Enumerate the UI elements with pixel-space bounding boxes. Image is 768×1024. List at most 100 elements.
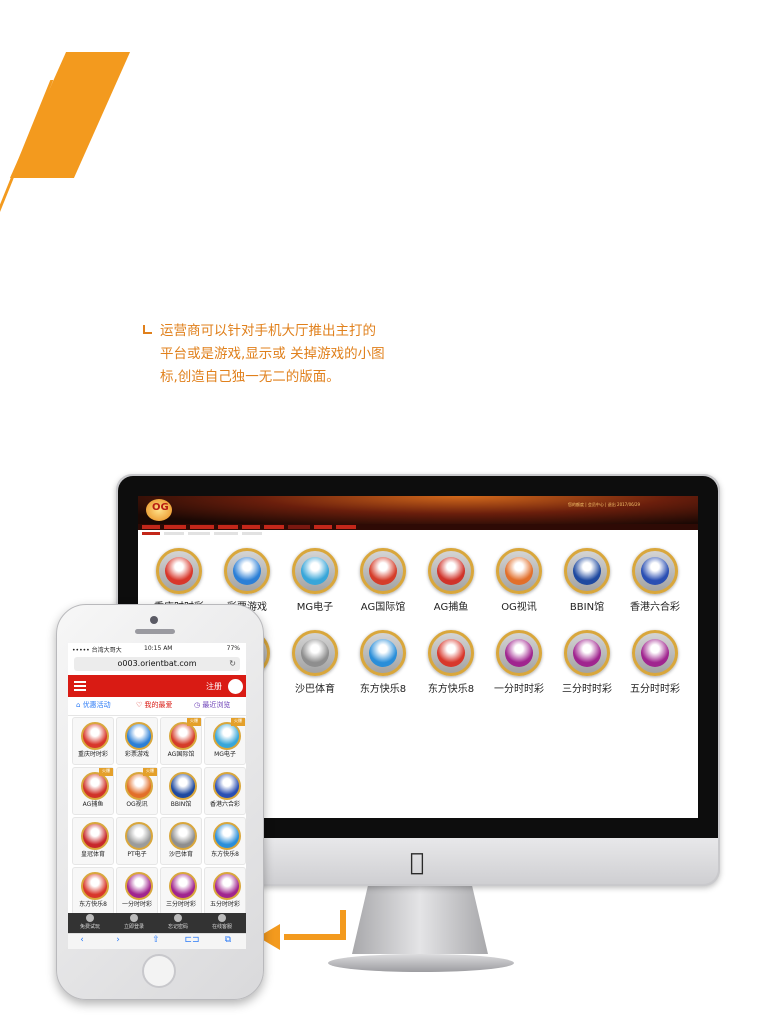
register-link[interactable]: 注册 bbox=[206, 681, 222, 692]
phone-game-label: 五分时时彩 bbox=[209, 901, 240, 908]
desktop-game-icon[interactable] bbox=[564, 630, 610, 676]
phone-game-label: 香港六合彩 bbox=[209, 801, 240, 808]
desktop-game-icon[interactable] bbox=[564, 548, 610, 594]
reload-icon[interactable]: ↻ bbox=[229, 657, 236, 671]
desktop-nav-item[interactable] bbox=[314, 525, 332, 529]
phone-game-tile[interactable]: 彩票游戏 bbox=[116, 717, 158, 765]
phone-game-tile[interactable]: 重庆时时彩 bbox=[72, 717, 114, 765]
desktop-game-icon[interactable] bbox=[496, 630, 542, 676]
forward-icon[interactable]: › bbox=[108, 935, 128, 945]
login-icon bbox=[130, 914, 138, 922]
tab-favorites[interactable]: ♡ 我的最爱 bbox=[136, 700, 173, 710]
game-badge bbox=[641, 639, 669, 667]
desktop-subnav-item[interactable] bbox=[214, 532, 238, 535]
desktop-nav-item[interactable] bbox=[142, 525, 160, 529]
phone-game-tile[interactable]: 香港六合彩 bbox=[204, 767, 246, 815]
desktop-game-icon[interactable] bbox=[360, 630, 406, 676]
desktop-game-icon[interactable] bbox=[632, 630, 678, 676]
phone-game-tile[interactable]: 火爆 AG捕鱼 bbox=[72, 767, 114, 815]
phone-screen: ••••• 台湾大哥大 10:15 AM 77% o003.orientbat.… bbox=[68, 643, 246, 949]
hamburger-menu-icon[interactable] bbox=[74, 681, 86, 691]
game-badge bbox=[213, 872, 241, 900]
caption-line: 平台或是游戏,显示或 关掉游戏的小图 bbox=[160, 346, 385, 362]
desktop-subnav-item[interactable] bbox=[164, 532, 184, 535]
nav-label: 忘记密码 bbox=[167, 924, 188, 930]
desktop-nav-item[interactable] bbox=[242, 525, 260, 529]
caption-corner-mark bbox=[143, 325, 152, 334]
game-badge bbox=[125, 872, 153, 900]
game-badge bbox=[369, 557, 397, 585]
desktop-nav-item[interactable] bbox=[336, 525, 356, 529]
status-time: 10:15 AM bbox=[144, 645, 173, 652]
game-badge bbox=[213, 822, 241, 850]
desktop-subnav-item[interactable] bbox=[142, 532, 160, 535]
desktop-nav-item[interactable] bbox=[190, 525, 214, 529]
phone-game-tile[interactable]: 三分时时彩 bbox=[160, 867, 202, 915]
game-badge bbox=[125, 772, 153, 800]
phone-game-tile[interactable]: 沙巴体育 bbox=[160, 817, 202, 865]
desktop-subnav-item[interactable] bbox=[188, 532, 210, 535]
phone-game-tile[interactable]: 火爆 AG国际馆 bbox=[160, 717, 202, 765]
desktop-game-icon[interactable] bbox=[292, 548, 338, 594]
phone-game-tile[interactable]: 五分时时彩 bbox=[204, 867, 246, 915]
clock-icon: ◷ bbox=[194, 701, 201, 709]
url-text: o003.orientbat.com bbox=[117, 659, 197, 668]
game-badge bbox=[301, 639, 329, 667]
game-badge bbox=[169, 822, 197, 850]
game-badge bbox=[125, 822, 153, 850]
desktop-game-icon[interactable] bbox=[496, 548, 542, 594]
desktop-subnav-item[interactable] bbox=[242, 532, 262, 535]
phone-game-tile[interactable]: 东方快乐8 bbox=[204, 817, 246, 865]
gift-icon: ⌂ bbox=[76, 701, 81, 709]
tabs-icon[interactable]: ⧉ bbox=[218, 935, 238, 945]
desktop-game-icon[interactable] bbox=[360, 548, 406, 594]
desktop-game-icon[interactable] bbox=[428, 548, 474, 594]
share-icon[interactable]: ⇧ bbox=[146, 935, 166, 945]
phone-game-tile[interactable]: 火爆 MG电子 bbox=[204, 717, 246, 765]
game-badge bbox=[437, 639, 465, 667]
desktop-nav-item[interactable] bbox=[264, 525, 284, 529]
phone-game-tile[interactable]: 东方快乐8 bbox=[72, 867, 114, 915]
game-badge bbox=[169, 772, 197, 800]
desktop-game-icon[interactable] bbox=[428, 630, 474, 676]
desktop-game-label: 五分时时彩 bbox=[630, 684, 680, 695]
game-badge bbox=[213, 772, 241, 800]
phone-game-tile[interactable]: 火爆 OG视讯 bbox=[116, 767, 158, 815]
nav-label: 在线客服 bbox=[211, 924, 232, 930]
nav-free-trial[interactable]: 免费试玩 bbox=[68, 914, 112, 930]
hot-ribbon: 火爆 bbox=[99, 768, 113, 776]
phone-game-tile[interactable]: PT电子 bbox=[116, 817, 158, 865]
desktop-nav-item[interactable] bbox=[164, 525, 186, 529]
nav-login[interactable]: 立即登录 bbox=[112, 914, 156, 930]
game-badge bbox=[81, 722, 109, 750]
nav-support[interactable]: 在线客服 bbox=[200, 914, 244, 930]
person-icon bbox=[86, 914, 94, 922]
phone-game-label: 一分时时彩 bbox=[121, 901, 152, 908]
caption-line: 标,创造自己独一无二的版面。 bbox=[160, 369, 340, 385]
arrow-shaft-horizontal bbox=[284, 934, 346, 940]
desktop-game-icon[interactable] bbox=[224, 548, 270, 594]
phone-game-label: AG国际馆 bbox=[167, 751, 195, 758]
address-bar[interactable]: o003.orientbat.com ↻ bbox=[74, 657, 240, 671]
tab-label: 优惠活动 bbox=[82, 701, 111, 709]
bookmarks-icon[interactable]: ⊏⊐ bbox=[182, 935, 202, 945]
game-badge bbox=[641, 557, 669, 585]
desktop-nav-item-active[interactable] bbox=[288, 525, 310, 529]
phone-game-tile[interactable]: 一分时时彩 bbox=[116, 867, 158, 915]
phone-game-tile[interactable]: 皇冠体育 bbox=[72, 817, 114, 865]
tab-promotions[interactable]: ⌂ 优惠活动 bbox=[76, 700, 111, 710]
hot-ribbon: 火爆 bbox=[231, 718, 245, 726]
game-badge bbox=[573, 557, 601, 585]
tab-recent[interactable]: ◷ 最近浏览 bbox=[194, 700, 230, 710]
phone-game-label: 皇冠体育 bbox=[80, 851, 105, 858]
back-icon[interactable]: ‹ bbox=[72, 935, 92, 945]
phone-game-tile[interactable]: BBIN馆 bbox=[160, 767, 202, 815]
desktop-game-icon[interactable] bbox=[156, 548, 202, 594]
phone-game-label: 东方快乐8 bbox=[79, 901, 107, 908]
nav-forgot-password[interactable]: 忘记密码 bbox=[156, 914, 200, 930]
user-icon[interactable] bbox=[228, 679, 243, 694]
home-button[interactable] bbox=[142, 954, 176, 988]
desktop-game-icon[interactable] bbox=[292, 630, 338, 676]
desktop-nav-item[interactable] bbox=[218, 525, 238, 529]
desktop-game-icon[interactable] bbox=[632, 548, 678, 594]
